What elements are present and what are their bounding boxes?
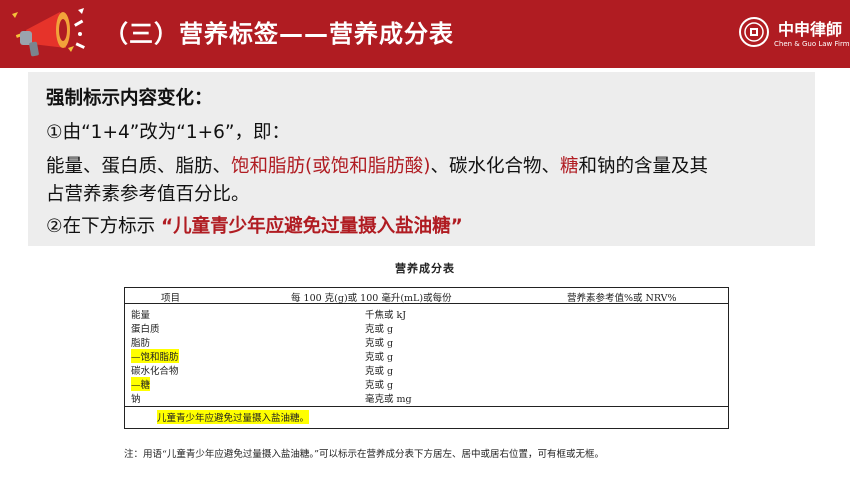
mandatory-items-line: 能量、蛋白质、脂肪、饱和脂肪(或饱和脂肪酸)、碳水化合物、糖和钠的含量及其 (46, 152, 708, 178)
logo-english-name: Chen & Guo Law Firm (774, 40, 850, 48)
advice-text: 儿童青少年应避免过量摄入盐油糖。 (157, 410, 310, 424)
table-header: 项目 每 100 克(g)或 100 毫升(mL)或每份 营养素参考值%或 NR… (125, 288, 728, 304)
header-nrv: 营养素参考值%或 NRV% (567, 293, 677, 304)
table-row: —糖 克或 g (125, 377, 728, 391)
logo-chinese-name: 中申律師 (778, 20, 843, 39)
nutrient-unit: 克或 g (365, 338, 394, 349)
nutrient-name: —饱和脂肪 (131, 349, 179, 363)
nutrient-name: 碳水化合物 (131, 366, 179, 377)
nutrient-unit: 克或 g (365, 366, 394, 377)
nrv-line: 占营养素参考值百分比。 (46, 184, 250, 205)
header-per-100g: 每 100 克(g)或 100 毫升(mL)或每份 (291, 293, 452, 304)
table-row: 钠 毫克或 mg (125, 391, 728, 405)
table-row: —饱和脂肪 克或 g (125, 349, 728, 363)
nutrient-unit: 千焦或 kJ (365, 310, 407, 321)
saturated-fat-emphasis: 饱和脂肪(或饱和脂肪酸) (231, 156, 431, 177)
heading-line: 强制标示内容变化： (46, 88, 213, 109)
nutrient-name: —糖 (131, 377, 151, 391)
nutrient-name: 能量 (131, 310, 151, 321)
advice-instruction-line: ②在下方标示 “儿童青少年应避免过量摄入盐油糖” (46, 212, 463, 238)
page-title: （三）营养标签——营养成分表 (104, 20, 454, 48)
table-title: 营养成分表 (395, 262, 455, 275)
nutrient-name: 脂肪 (131, 338, 151, 349)
table-row: 脂肪 克或 g (125, 335, 728, 349)
items-text-e: 和钠的含量及其 (578, 156, 708, 177)
advice-prefix: ②在下方标示 (46, 216, 156, 237)
header-item: 项目 (161, 293, 181, 304)
content-panel: 强制标示内容变化： ①由“1+4”改为“1+6”，即： 能量、蛋白质、脂肪、饱和… (28, 72, 815, 246)
nutrient-unit: 克或 g (365, 324, 394, 335)
table-note: 注：用语“儿童青少年应避免过量摄入盐油糖。”可以标示在营养成分表下方居左、居中或… (124, 449, 604, 460)
nutrient-name: 钠 (131, 394, 141, 405)
nutrient-unit: 克或 g (365, 380, 394, 391)
table-row: 能量 千焦或 kJ (125, 307, 728, 321)
header-bar: （三）营养标签——营养成分表 中申律師 Chen & Guo Law Firm (0, 0, 850, 68)
nutrient-unit: 克或 g (365, 352, 394, 363)
table-row: 碳水化合物 克或 g (125, 363, 728, 377)
advice-emphasis: “儿童青少年应避免过量摄入盐油糖” (160, 216, 463, 237)
nutrient-unit: 毫克或 mg (365, 394, 412, 405)
items-text-a: 能量、蛋白质、脂肪、 (46, 156, 232, 177)
nutrient-name: 蛋白质 (131, 324, 160, 335)
firm-emblem-icon (739, 17, 769, 47)
items-text-c: 、碳水化合物、 (430, 156, 560, 177)
law-firm-logo: 中申律師 Chen & Guo Law Firm (738, 12, 850, 58)
change-line: ①由“1+4”改为“1+6”，即： (46, 122, 291, 143)
table-row: 蛋白质 克或 g (125, 321, 728, 335)
advice-row: 儿童青少年应避免过量摄入盐油糖。 (125, 406, 728, 429)
nutrition-table: 项目 每 100 克(g)或 100 毫升(mL)或每份 营养素参考值%或 NR… (124, 287, 729, 429)
sugar-emphasis: 糖 (559, 156, 579, 177)
megaphone-icon (12, 8, 85, 57)
